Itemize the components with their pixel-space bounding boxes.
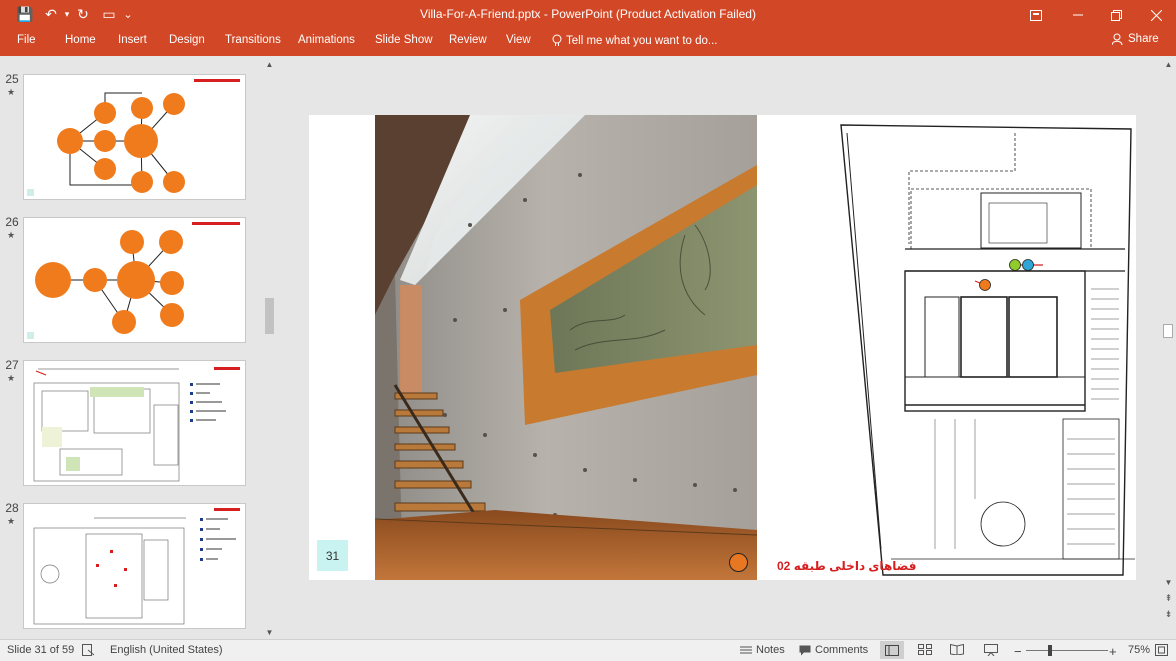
previous-slide-icon[interactable]: ⇞ — [1162, 592, 1175, 605]
minimize-icon[interactable] — [1058, 0, 1098, 30]
language-label: English (United States) — [110, 644, 223, 656]
tab-slide-show[interactable]: Slide Show — [375, 34, 433, 46]
reading-view-icon[interactable] — [950, 644, 964, 655]
interior-photo — [375, 115, 757, 580]
location-marker — [729, 553, 748, 572]
fit-to-window-icon[interactable] — [1155, 644, 1168, 656]
tab-transitions[interactable]: Transitions — [225, 34, 281, 46]
close-icon[interactable] — [1136, 0, 1176, 30]
window-title: Villa-For-A-Friend.pptx - PowerPoint (Pr… — [420, 7, 756, 21]
slide-show-view-icon[interactable] — [984, 644, 998, 656]
scroll-up-icon[interactable]: ▲ — [263, 58, 276, 71]
share-label: Share — [1128, 33, 1159, 45]
scroll-up-icon[interactable]: ▲ — [1162, 58, 1175, 71]
tab-review[interactable]: Review — [449, 34, 487, 46]
animation-star-icon: ★ — [7, 516, 16, 526]
zoom-slider-handle[interactable] — [1048, 645, 1052, 656]
scrollbar-thumb[interactable] — [1163, 324, 1173, 338]
normal-view-icon[interactable] — [880, 641, 904, 659]
zoom-slider[interactable] — [1026, 650, 1108, 651]
title-bar: 💾 ↶ ▾ ↻ ▭ ⌄ Villa-For-A-Friend.pptx - Po… — [0, 0, 1176, 30]
slide-caption: فضاهای داخلی طبقه 02 — [777, 559, 917, 573]
floor-plan — [835, 119, 1135, 579]
page-number: 31 — [325, 548, 340, 563]
scrollbar-thumb[interactable] — [265, 298, 274, 334]
notes-button[interactable]: Notes — [740, 644, 785, 656]
thumbnail-scrollbar[interactable]: ▲ ▼ — [263, 56, 276, 639]
notes-label: Notes — [756, 644, 785, 656]
person-icon — [1112, 33, 1123, 45]
scroll-down-icon[interactable]: ▼ — [1162, 576, 1175, 589]
tab-insert[interactable]: Insert — [118, 34, 147, 46]
thumbnail-slide-27[interactable] — [23, 360, 246, 486]
notes-icon — [740, 646, 752, 654]
animation-star-icon: ★ — [7, 87, 16, 97]
ribbon-tab-bar: File Home Insert Design Transitions Anim… — [0, 30, 1176, 56]
page-number-box: 31 — [317, 540, 348, 571]
slide-sorter-view-icon[interactable] — [918, 644, 932, 655]
tab-view[interactable]: View — [506, 34, 531, 46]
current-slide[interactable]: 31 فضاهای داخلی طبقه 02 — [309, 115, 1136, 580]
zoom-out-icon[interactable]: − — [1014, 644, 1022, 659]
slide-counter-label: Slide 31 of 59 — [7, 644, 75, 656]
restore-icon[interactable] — [1096, 0, 1136, 30]
thumbnail-slide-26[interactable] — [23, 217, 246, 343]
thumbnail-number: 28 — [5, 501, 19, 515]
tab-file[interactable]: File — [17, 34, 36, 46]
language-indicator[interactable]: English (United States) — [110, 644, 223, 656]
tell-me-search[interactable]: Tell me what you want to do... — [552, 34, 718, 47]
lightbulb-icon — [552, 34, 562, 46]
tab-home[interactable]: Home — [65, 34, 96, 46]
slide-thumbnails-pane[interactable]: 25 ★ 26 ★ 27 ★ 28 ★ — [0, 56, 278, 639]
tell-me-label: Tell me what you want to do... — [566, 34, 718, 47]
scroll-down-icon[interactable]: ▼ — [263, 626, 276, 639]
ribbon-display-options-icon[interactable] — [1016, 0, 1056, 30]
share-button[interactable]: Share — [1112, 33, 1159, 45]
thumbnail-number: 25 — [5, 72, 19, 86]
spell-check-icon[interactable] — [82, 644, 95, 656]
animation-star-icon: ★ — [7, 230, 16, 240]
comments-button[interactable]: Comments — [799, 644, 868, 656]
comment-icon — [799, 645, 811, 655]
animation-star-icon: ★ — [7, 373, 16, 383]
next-slide-icon[interactable]: ⇟ — [1162, 608, 1175, 621]
tab-animations[interactable]: Animations — [298, 34, 355, 46]
slide-counter: Slide 31 of 59 — [7, 644, 74, 656]
zoom-in-icon[interactable]: + — [1109, 644, 1117, 659]
tab-design[interactable]: Design — [169, 34, 205, 46]
comments-label: Comments — [815, 644, 869, 656]
zoom-level-label: 75% — [1128, 644, 1151, 656]
zoom-level[interactable]: 75% — [1128, 644, 1150, 656]
thumbnail-slide-25[interactable] — [23, 74, 246, 200]
thumbnail-number: 26 — [5, 215, 19, 229]
thumbnail-number: 27 — [5, 358, 19, 372]
main-vertical-scrollbar[interactable]: ▲ ▼ ⇞ ⇟ — [1160, 56, 1176, 639]
thumbnail-slide-28[interactable] — [23, 503, 246, 629]
status-bar: Slide 31 of 59 English (United States) N… — [0, 639, 1176, 661]
